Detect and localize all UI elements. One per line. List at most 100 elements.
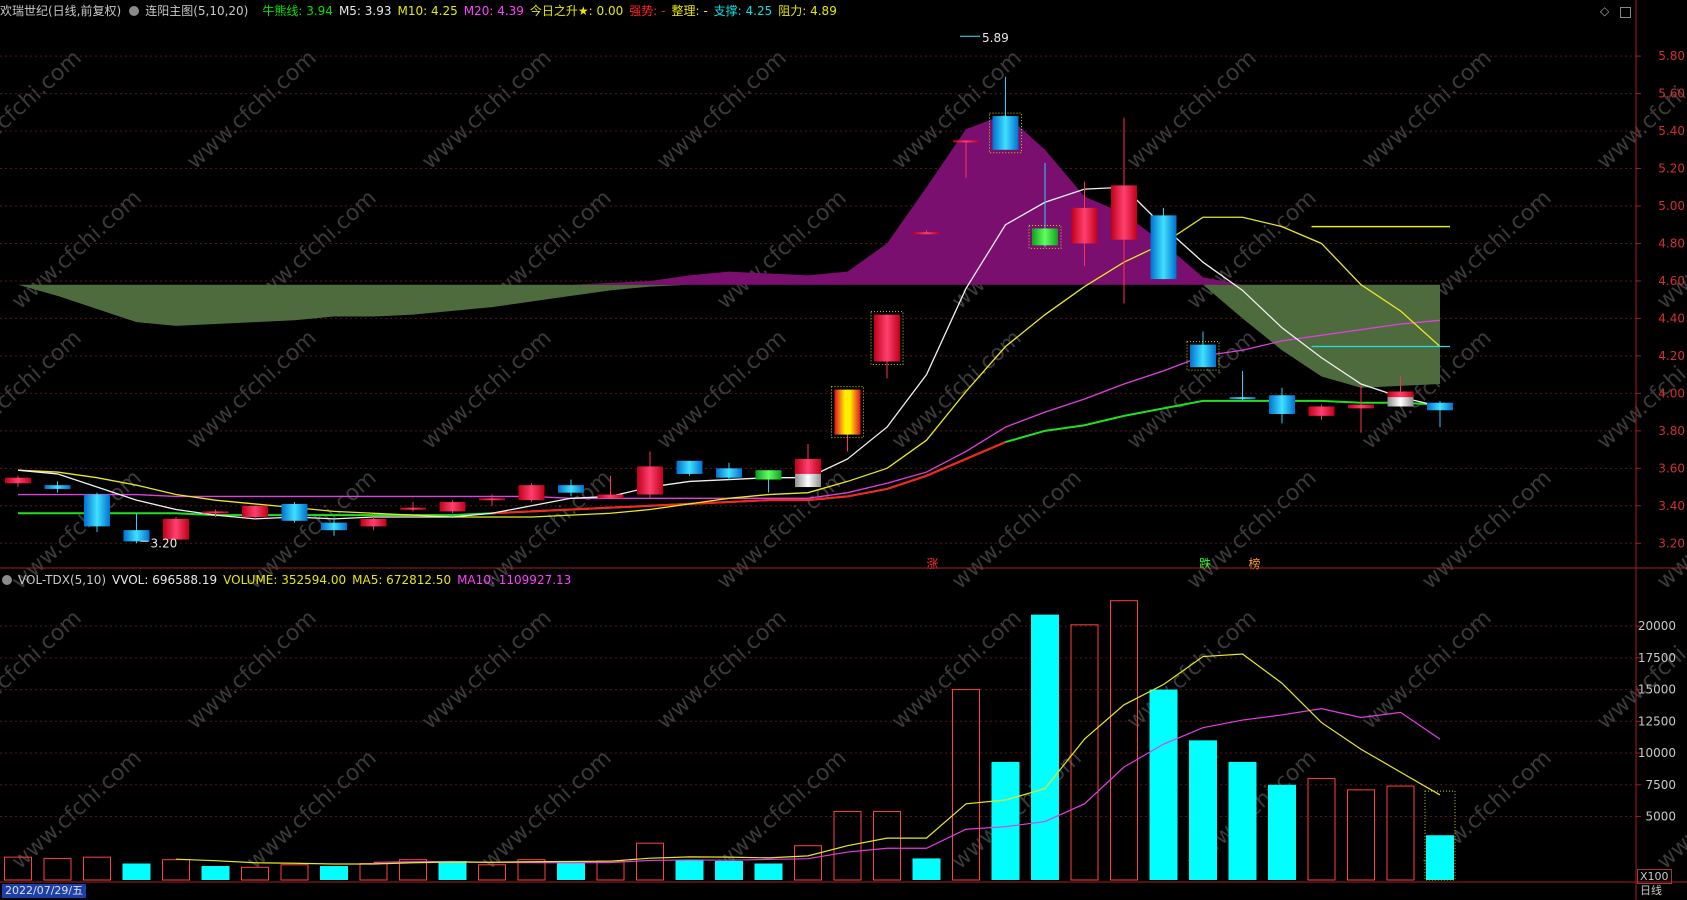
candle-body-overlay xyxy=(1387,397,1414,407)
candle-body xyxy=(834,389,861,435)
volume-bar xyxy=(1426,835,1454,880)
watermark-text: www.cfchi.com xyxy=(652,326,791,455)
candle-body xyxy=(558,485,584,493)
watermark-text: www.cfchi.com xyxy=(1417,466,1556,595)
volume-bar xyxy=(1149,689,1178,880)
current-date: 2022/07/29/五 xyxy=(2,884,87,898)
volume-bar xyxy=(320,866,348,880)
volume-tick-label: 20000 xyxy=(1638,619,1676,633)
watermark-text: www.cfchi.com xyxy=(712,186,851,315)
candle-body xyxy=(321,522,347,531)
volume-bar xyxy=(1031,614,1059,880)
candle-body xyxy=(360,518,387,527)
indicator-value-item: M20: 4.39 xyxy=(463,4,524,18)
volume-bar xyxy=(359,862,388,881)
watermark-text: www.cfchi.com xyxy=(417,326,556,455)
volume-tick-label: 10000 xyxy=(1638,746,1676,760)
chart-canvas[interactable]: www.cfchi.com www.cfchi.com www.cfchi.com w… xyxy=(0,0,1687,900)
volume-bar xyxy=(1268,784,1296,880)
maximize-icon[interactable] xyxy=(1620,7,1631,18)
price-tick-label: 4.40 xyxy=(1658,311,1685,325)
indicator-value-item: 支撑: 4.25 xyxy=(713,4,773,18)
signal-label: 跌 xyxy=(1199,556,1211,571)
indicator-value-item: 牛熊线: 3.94 xyxy=(262,4,333,18)
candle-body xyxy=(84,494,110,527)
volume-bar xyxy=(1347,789,1375,881)
period-label[interactable]: 日线 xyxy=(1640,884,1662,898)
watermark-text: www.cfchi.com xyxy=(182,326,321,455)
volume-indicator-values: VVOL: 696588.19 VOLUME: 352594.00 MA5: 672… xyxy=(112,573,577,587)
price-tick-label: 5.80 xyxy=(1658,49,1685,63)
candle-body xyxy=(5,477,31,484)
watermark-text: www.cfchi.com xyxy=(1182,466,1321,595)
volume-bar xyxy=(1307,777,1336,881)
candle-body xyxy=(1190,344,1216,368)
watermark-text: www.cfchi.com xyxy=(417,606,556,735)
candle-body xyxy=(1348,404,1374,409)
collapse-toggle-icon[interactable] xyxy=(129,6,140,16)
volume-bar xyxy=(280,864,309,881)
price-tick-label: 4.80 xyxy=(1658,236,1685,250)
collapse-toggle-icon[interactable] xyxy=(2,575,12,585)
candle-body xyxy=(676,460,703,474)
price-tick-label: 4.20 xyxy=(1658,349,1685,363)
volume-tick-label: 5000 xyxy=(1645,810,1676,824)
stock-title: 欢瑞世纪(日线,前复权) xyxy=(0,4,122,18)
volume-bar xyxy=(438,860,467,880)
candle-body xyxy=(1150,215,1177,280)
watermark-text: www.cfchi.com xyxy=(887,606,1026,735)
candle-body xyxy=(913,232,940,235)
candle-body xyxy=(953,140,979,143)
candle-body xyxy=(281,503,308,521)
candle-body xyxy=(755,470,782,480)
candle-body xyxy=(242,505,268,518)
watermark-text: www.cfchi.com xyxy=(1122,46,1261,175)
candle-body xyxy=(992,116,1019,150)
price-tick-label: 3.60 xyxy=(1658,461,1685,475)
watermark-text: www.cfchi.com xyxy=(652,606,791,735)
indicator-value-item: 今日之升★: 0.00 xyxy=(529,4,624,18)
volume-value-item: VVOL: 696588.19 xyxy=(112,573,218,587)
price-tick-label: 5.60 xyxy=(1658,87,1685,101)
candle-body xyxy=(44,485,71,489)
indicator-values: 牛熊线: 3.94 M5: 3.93 M10: 4.25 M20: 4.39 今日之升★… xyxy=(262,4,842,18)
price-tick-label: 5.20 xyxy=(1658,162,1685,176)
watermark-text: www.cfchi.com xyxy=(887,326,1026,455)
volume-bar xyxy=(201,866,230,880)
watermark-layer: www.cfchi.com www.cfchi.com www.cfchi.com w… xyxy=(0,46,1687,875)
low-price-label: 3.20 xyxy=(151,536,178,550)
watermark-text: www.cfchi.com xyxy=(947,466,1086,595)
candle-body xyxy=(637,466,663,495)
candle-body xyxy=(518,485,545,501)
volume-bar xyxy=(873,810,901,881)
volume-bar xyxy=(43,857,72,881)
volume-panel-header: VOL-TDX(5,10) VVOL: 696588.19 VOLUME: 3525… xyxy=(0,569,583,591)
volume-bar xyxy=(636,842,664,881)
diamond-icon[interactable]: ◇ xyxy=(1600,4,1609,18)
indicator-value-item: 阻力: 4.89 xyxy=(778,4,837,18)
signal-label: 涨 xyxy=(926,556,938,571)
volume-tick-label: 7500 xyxy=(1645,778,1676,792)
volume-scale-label: X100 xyxy=(1637,869,1672,884)
candle-body-overlay xyxy=(795,473,821,488)
volume-bar xyxy=(675,859,704,880)
volume-value-item: MA5: 672812.50 xyxy=(352,573,452,587)
volume-bar xyxy=(1228,761,1257,880)
watermark-text: www.cfchi.com xyxy=(1122,606,1261,735)
candle-body xyxy=(1032,228,1058,246)
volume-tick-label: 17500 xyxy=(1638,651,1676,665)
watermark-text: www.cfchi.com xyxy=(0,46,87,175)
price-tick-label: 3.80 xyxy=(1658,424,1685,438)
volume-bar xyxy=(912,858,941,880)
candle-body xyxy=(597,494,624,499)
main-panel-header: 欢瑞世纪(日线,前复权) 连阳主图(5,10,20) 牛熊线: 3.94 M5: 3.… xyxy=(0,0,849,22)
price-tick-label: 3.20 xyxy=(1658,536,1685,550)
candle-body xyxy=(1269,395,1295,414)
volume-bar xyxy=(1189,740,1217,880)
watermark-text: www.cfchi.com xyxy=(0,606,87,735)
volume-bar xyxy=(83,856,111,881)
watermark-text: www.cfchi.com xyxy=(1652,466,1687,595)
candle-body xyxy=(439,502,466,512)
volume-bar xyxy=(754,863,783,880)
candle-body xyxy=(123,530,150,542)
